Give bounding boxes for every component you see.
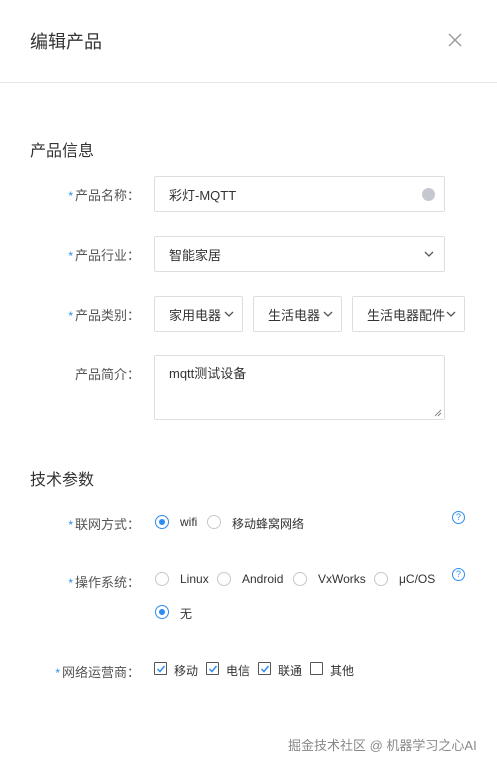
category-level1-select[interactable]: 家用电器 (154, 296, 243, 332)
product-description-label: 产品简介： (74, 367, 140, 382)
section-title-tech-params: 技术参数 (30, 472, 95, 489)
product-category-label: * 产品类别： (68, 308, 140, 323)
radio-ucos[interactable] (374, 572, 388, 586)
radio-android-label: Android (242, 572, 284, 586)
chevron-down-icon (424, 251, 434, 257)
watermark: 掘金技术社区 @ 机器学习之心AI (288, 738, 477, 753)
category-level1-value: 家用电器 (169, 307, 222, 323)
section-title-product-info: 产品信息 (30, 143, 95, 160)
checkbox-unicom[interactable] (258, 662, 271, 675)
checkmark-icon (260, 665, 270, 673)
required-mark: * (68, 576, 73, 590)
dialog-header: 编辑产品 (0, 0, 497, 83)
os-label: * 操作系统： (68, 575, 140, 590)
dialog-title: 编辑产品 (30, 32, 102, 52)
radio-linux[interactable] (155, 572, 169, 586)
checkbox-mobile[interactable] (154, 662, 167, 675)
help-icon[interactable]: ? (452, 511, 465, 524)
radio-android[interactable] (217, 572, 231, 586)
product-industry-label: * 产品行业： (68, 248, 140, 263)
product-industry-select[interactable]: 智能家居 (154, 236, 445, 272)
radio-wifi[interactable] (155, 515, 169, 529)
product-name-value: 彩灯-MQTT (169, 187, 237, 203)
close-icon[interactable] (445, 30, 465, 50)
checkbox-unicom-label: 联通 (278, 664, 303, 678)
product-name-label: * 产品名称： (68, 188, 140, 203)
checkmark-icon (208, 665, 218, 673)
required-mark: * (68, 189, 73, 203)
resize-handle-icon[interactable] (434, 409, 442, 417)
radio-vxworks-label: VxWorks (318, 572, 366, 586)
checkbox-telecom-label: 电信 (226, 664, 251, 678)
checkbox-other[interactable] (310, 662, 323, 675)
checkmark-icon (156, 665, 166, 673)
required-mark: * (68, 249, 73, 263)
radio-linux-label: Linux (180, 572, 209, 586)
product-industry-value: 智能家居 (169, 247, 222, 263)
category-level3-select[interactable]: 生活电器配件 (352, 296, 465, 332)
category-level3-value: 生活电器配件 (367, 307, 446, 323)
category-level2-select[interactable]: 生活电器 (253, 296, 342, 332)
required-mark: * (68, 309, 73, 323)
required-mark: * (68, 518, 73, 532)
product-description-value: mqtt测试设备 (169, 366, 247, 381)
radio-wifi-label: wifi (180, 515, 198, 529)
radio-vxworks[interactable] (293, 572, 307, 586)
category-level2-value: 生活电器 (268, 307, 321, 323)
checkbox-mobile-label: 移动 (174, 664, 199, 678)
product-name-input[interactable]: 彩灯-MQTT (154, 176, 445, 212)
chevron-down-icon (446, 311, 456, 317)
radio-ucos-label: μC/OS (399, 572, 436, 586)
checkbox-telecom[interactable] (206, 662, 219, 675)
product-description-textarea[interactable]: mqtt测试设备 (154, 355, 445, 420)
radio-none-label: 无 (180, 607, 193, 621)
carrier-label: * 网络运营商： (55, 665, 140, 680)
help-icon[interactable]: ? (452, 568, 465, 581)
radio-none[interactable] (155, 605, 169, 619)
radio-cellular[interactable] (207, 515, 221, 529)
required-mark: * (55, 666, 60, 680)
radio-cellular-label: 移动蜂窝网络 (232, 517, 305, 531)
network-mode-label: * 联网方式： (68, 517, 140, 532)
chevron-down-icon (323, 311, 333, 317)
clear-icon[interactable] (422, 188, 435, 201)
chevron-down-icon (224, 311, 234, 317)
checkbox-other-label: 其他 (330, 664, 355, 678)
